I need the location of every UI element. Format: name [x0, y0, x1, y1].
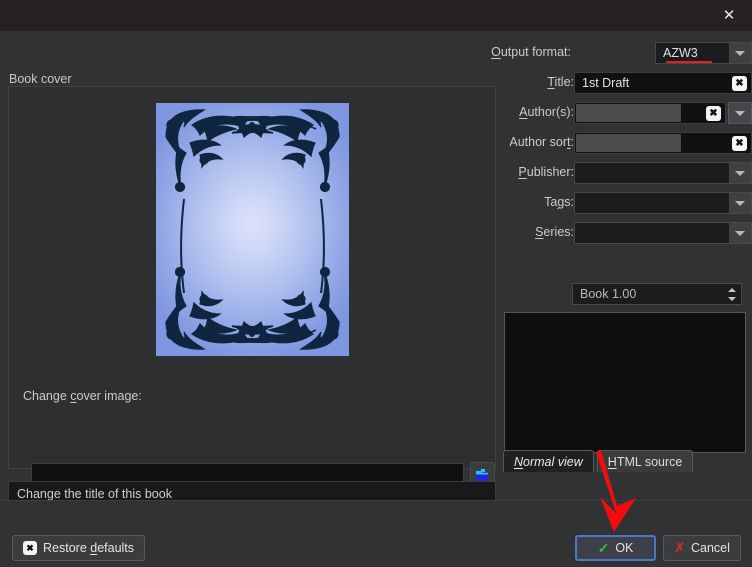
dialog-body: Book cover Change cover image: Output fo… — [0, 31, 752, 567]
authors-dropdown-button[interactable] — [728, 102, 752, 124]
restore-defaults-button[interactable]: ✖ Restore defaults — [12, 535, 146, 561]
folder-open-glyph — [475, 468, 488, 480]
cover-ornament-icon — [164, 109, 340, 350]
restore-icon: ✖ — [23, 541, 37, 555]
change-cover-image-label: Change cover image: — [23, 389, 142, 403]
tab-html-source[interactable]: H TML source — [596, 450, 694, 472]
chevron-down-icon[interactable] — [729, 223, 751, 243]
tab-normal-view[interactable]: Normal view — [503, 450, 594, 472]
authors-placeholder-fill — [576, 104, 681, 122]
series-label: Series: — [535, 225, 574, 239]
series-combo[interactable] — [574, 222, 752, 244]
title-value: 1st Draft — [582, 76, 630, 90]
author-sort-input[interactable]: ✖ — [574, 132, 752, 154]
clear-icon[interactable]: ✖ — [732, 76, 747, 91]
restore-defaults-label: Restore defaults — [43, 541, 135, 555]
cover-preview-wrap — [9, 87, 495, 372]
authors-input[interactable]: ✖ — [574, 102, 726, 124]
comments-editor[interactable] — [504, 312, 746, 453]
publisher-row: Publisher: — [500, 162, 752, 184]
title-input[interactable]: 1st Draft ✖ — [574, 72, 752, 94]
cancel-button[interactable]: ✗ Cancel — [663, 535, 741, 561]
window-titlebar: ✕ — [0, 0, 752, 31]
close-icon[interactable]: ✕ — [706, 0, 752, 31]
check-icon: ✓ — [597, 539, 610, 556]
authors-label: Author(s): — [519, 105, 574, 119]
cover-image[interactable] — [155, 103, 349, 356]
author-sort-label: Author sort: — [509, 135, 574, 149]
ok-button[interactable]: ✓ OK — [575, 535, 656, 561]
chevron-down-icon[interactable] — [729, 163, 751, 183]
author-sort-row: Author sort: ✖ — [500, 132, 752, 154]
publisher-label: Publisher: — [518, 165, 574, 179]
dialog-footer: ✖ Restore defaults ✓ OK ✗ Cancel — [0, 500, 752, 567]
title-row: Title: 1st Draft ✖ — [500, 72, 752, 94]
author-sort-placeholder-fill — [576, 134, 681, 152]
book-cover-groupbox: Change cover image: Use cover from sourc… — [8, 86, 496, 512]
publisher-combo[interactable] — [574, 162, 752, 184]
tags-row: Tags: — [500, 192, 752, 214]
tags-combo[interactable] — [574, 192, 752, 214]
output-format-row: Output format: AZW3 — [491, 42, 752, 64]
title-label: Title: — [547, 75, 574, 89]
series-index-value: Book 1.00 — [580, 287, 637, 301]
output-format-red-underline — [666, 61, 712, 63]
series-row: Series: — [500, 222, 752, 244]
spinner-buttons[interactable] — [725, 285, 739, 303]
authors-row: Author(s): ✖ — [500, 102, 752, 124]
chevron-down-icon[interactable] — [729, 43, 751, 63]
clear-icon[interactable]: ✖ — [706, 106, 721, 121]
x-icon: ✗ — [674, 540, 685, 555]
spinner-up-icon — [728, 287, 736, 292]
cancel-label: Cancel — [690, 541, 730, 555]
chevron-down-icon[interactable] — [729, 193, 751, 213]
series-index-spinbox[interactable]: Book 1.00 — [572, 283, 742, 305]
ok-label: OK — [615, 541, 634, 555]
clear-icon[interactable]: ✖ — [732, 136, 747, 151]
tags-label: Tags: — [544, 195, 574, 209]
help-message-text: Change the title of this book — [17, 487, 172, 501]
convert-book-dialog: ✕ Book cover Change cover image: Output … — [0, 0, 752, 567]
output-format-label: Output format: — [491, 45, 571, 59]
book-cover-group-label: Book cover — [9, 72, 72, 86]
output-format-value: AZW3 — [663, 46, 698, 60]
comments-view-tabs: Normal view H TML source — [503, 450, 694, 472]
left-pane: Book cover Change cover image: — [0, 31, 496, 512]
spinner-down-icon — [728, 296, 736, 301]
